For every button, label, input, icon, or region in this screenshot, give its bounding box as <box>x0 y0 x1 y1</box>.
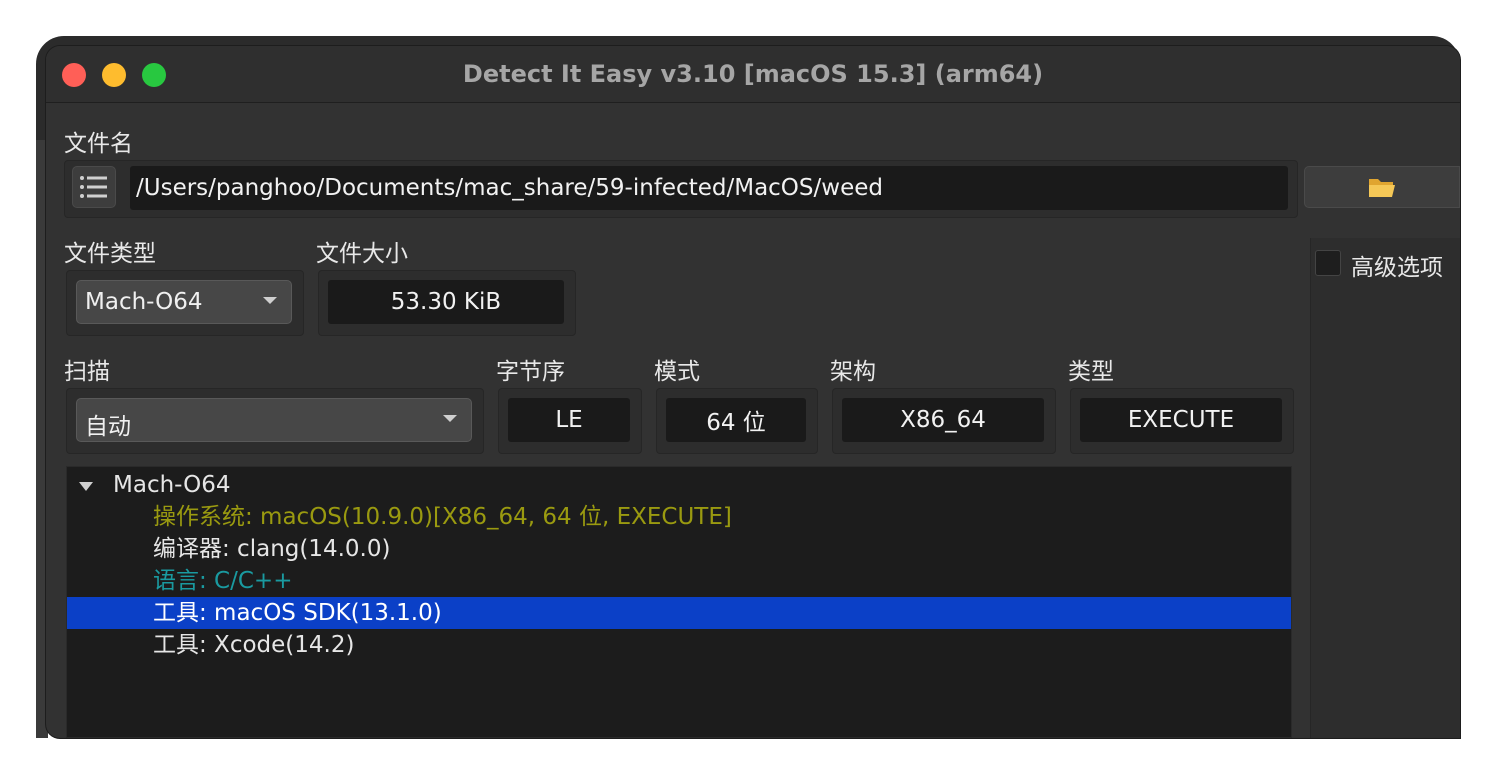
file-name-label: 文件名 <box>64 131 133 157</box>
file-menu-button[interactable] <box>72 166 116 208</box>
type-value: EXECUTE <box>1080 398 1282 442</box>
scan-value: 自动 <box>85 414 131 440</box>
tree-root-row[interactable]: Mach-O64 <box>67 469 1291 501</box>
scan-dropdown[interactable]: 自动 <box>76 398 472 442</box>
folder-icon <box>1369 179 1395 197</box>
file-type-label: 文件类型 <box>64 241 156 267</box>
type-label: 类型 <box>1068 359 1114 385</box>
tree-item-row[interactable]: 操作系统: macOS(10.9.0)[X86_64, 64 位, EXECUT… <box>67 501 1291 533</box>
tree-item-label: 编译器: clang(14.0.0) <box>153 536 391 562</box>
advanced-label[interactable]: 高级选项 <box>1351 248 1443 282</box>
tree-item-row[interactable]: 编译器: clang(14.0.0) <box>67 533 1291 565</box>
scan-label: 扫描 <box>64 359 110 385</box>
tree-root-label: Mach-O64 <box>113 472 231 498</box>
arch-value: X86_64 <box>842 398 1044 442</box>
endianness-value: LE <box>508 398 630 442</box>
title-bar[interactable]: Detect It Easy v3.10 [macOS 15.3] (arm64… <box>46 46 1460 103</box>
file-type-value: Mach-O64 <box>85 289 203 315</box>
chevron-down-icon <box>443 415 457 422</box>
window-title: Detect It Easy v3.10 [macOS 15.3] (arm64… <box>462 60 1044 88</box>
file-type-dropdown[interactable]: Mach-O64 <box>76 280 292 324</box>
file-path-input[interactable]: /Users/panghoo/Documents/mac_share/59-in… <box>130 166 1288 210</box>
endianness-label: 字节序 <box>496 359 565 385</box>
tree-item-label: 操作系统: macOS(10.9.0)[X86_64, 64 位, EXECUT… <box>153 504 732 530</box>
tree-item-label: 语言: C/C++ <box>153 568 293 594</box>
arch-label: 架构 <box>830 359 876 385</box>
tree-item-row[interactable]: 工具: macOS SDK(13.1.0) <box>67 597 1291 629</box>
tree-item-row[interactable]: 工具: Xcode(14.2) <box>67 629 1291 661</box>
file-size-label: 文件大小 <box>316 241 408 267</box>
tree-item-label: 工具: Xcode(14.2) <box>153 632 355 658</box>
advanced-panel: 高级选项 <box>1310 238 1460 738</box>
results-tree[interactable]: Mach-O64 操作系统: macOS(10.9.0)[X86_64, 64 … <box>66 466 1292 738</box>
tree-item-label: 工具: macOS SDK(13.1.0) <box>153 600 442 626</box>
mode-value: 64 位 <box>666 398 806 442</box>
expand-arrow-icon[interactable] <box>79 482 93 491</box>
main-window: Detect It Easy v3.10 [macOS 15.3] (arm64… <box>46 46 1460 738</box>
mode-label: 模式 <box>654 359 700 385</box>
tree-item-row[interactable]: 语言: C/C++ <box>67 565 1291 597</box>
list-icon <box>80 176 107 198</box>
advanced-checkbox[interactable] <box>1315 250 1341 276</box>
chevron-down-icon <box>263 297 277 304</box>
file-size-value: 53.30 KiB <box>328 280 564 324</box>
open-file-button[interactable] <box>1304 166 1460 208</box>
